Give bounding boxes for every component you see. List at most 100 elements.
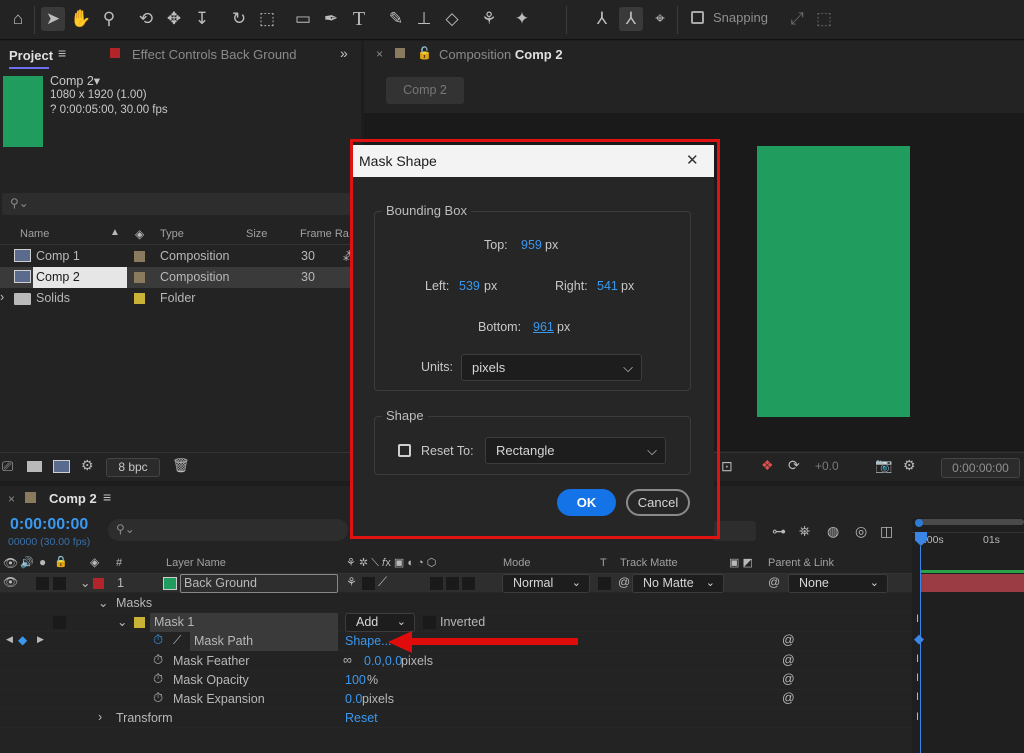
trash-icon[interactable]: 🗑 xyxy=(172,457,190,474)
mask-opacity-value[interactable]: 100 xyxy=(345,673,366,687)
motion-blur-icon[interactable]: ◍ xyxy=(827,523,839,540)
panel-menu-icon[interactable]: ≡ xyxy=(58,45,66,61)
navigator-handle[interactable] xyxy=(915,519,923,527)
new-folder-icon[interactable] xyxy=(27,461,42,472)
chevron-right-icon[interactable]: › xyxy=(98,710,102,724)
close-tab-icon[interactable]: × xyxy=(8,492,15,506)
home-icon[interactable]: ⌂ xyxy=(6,7,30,31)
project-search-input[interactable]: ⚲⌄ xyxy=(2,193,350,215)
graph-editor-icon[interactable]: ◫ xyxy=(880,523,893,540)
interpret-footage-icon[interactable]: ⎚ xyxy=(2,458,13,475)
sort-up-icon[interactable]: ▲ xyxy=(110,227,120,238)
pen-tool-icon[interactable]: ✒ xyxy=(319,7,343,31)
graph-icon[interactable]: ⟋ xyxy=(173,633,181,648)
comp-info-name[interactable]: Comp 2▾ xyxy=(50,73,100,88)
mask-color-swatch[interactable] xyxy=(134,617,145,628)
stopwatch-icon[interactable]: ⏱ xyxy=(153,632,163,648)
label-color-swatch[interactable] xyxy=(134,251,145,262)
visibility-eye-icon[interactable]: 👁 xyxy=(3,575,18,589)
layer-duration-bar[interactable] xyxy=(921,574,1024,592)
tab-composition[interactable]: Composition Comp 2 xyxy=(439,47,563,62)
label-tag-icon[interactable]: ◈ xyxy=(90,555,99,569)
lock-switch-icon[interactable]: 🔒 xyxy=(54,555,68,568)
local-axis-icon[interactable]: ⅄ xyxy=(590,7,614,31)
selection-tool-icon[interactable]: ➤ xyxy=(41,7,65,31)
switch-box[interactable] xyxy=(446,577,459,590)
type-tool-icon[interactable]: T xyxy=(347,7,371,31)
solid-layer-preview[interactable] xyxy=(757,146,910,417)
col-name[interactable]: Name xyxy=(20,228,49,240)
project-row-solids[interactable]: › Solids Folder xyxy=(0,288,361,309)
solo-switch-icon[interactable]: ● xyxy=(39,555,46,569)
mask-path-keyframe-icon[interactable]: ◆ xyxy=(914,631,924,647)
puppet-pin-icon[interactable]: ✦ xyxy=(510,7,534,31)
target-region-icon[interactable]: ⊡ xyxy=(721,458,733,475)
mask-mode-dropdown[interactable]: Add ⌄ xyxy=(345,613,415,632)
panel-overflow-icon[interactable]: » xyxy=(340,45,348,61)
roto-brush-icon[interactable]: ⚘ xyxy=(477,7,501,31)
col-track-matte[interactable]: Track Matte xyxy=(620,557,678,569)
world-axis-icon[interactable]: ⅄ xyxy=(619,7,643,31)
show-snapshot-icon[interactable]: ⚙ xyxy=(903,457,916,474)
close-icon[interactable]: ✕ xyxy=(686,145,699,177)
new-composition-icon[interactable] xyxy=(53,460,70,473)
mode-dropdown[interactable]: Normal ⌄ xyxy=(502,574,590,593)
col-parent-link[interactable]: Parent & Link xyxy=(768,557,834,569)
col-mode[interactable]: Mode xyxy=(503,557,531,569)
rotation-tool-icon[interactable]: ↻ xyxy=(227,7,251,31)
top-value[interactable]: 959 xyxy=(521,238,542,252)
dolly-camera-icon[interactable]: ↧ xyxy=(190,7,214,31)
reset-to-dropdown[interactable]: Rectangle ⌵ xyxy=(485,437,666,464)
mask-feather-value[interactable]: 0.0,0.0 xyxy=(364,654,402,668)
time-graph[interactable]: 0:00s 01s I ◆ I I I I xyxy=(912,518,1024,753)
pan-behind-icon[interactable]: ⬚ xyxy=(255,7,279,31)
chevron-down-icon[interactable]: ⌄ xyxy=(98,595,108,610)
mask-expansion-row[interactable]: ⏱ Mask Expansion 0.0 pixels @ xyxy=(0,690,912,709)
bottom-value[interactable]: 961 xyxy=(533,320,554,334)
units-dropdown[interactable]: pixels ⌵ xyxy=(461,354,642,381)
quality-switch-icon[interactable]: ⟋ xyxy=(378,574,387,590)
stopwatch-icon[interactable]: ⏱ xyxy=(153,671,163,687)
parent-pickwhip-icon[interactable]: @ xyxy=(768,575,780,589)
transform-row[interactable]: › Transform Reset xyxy=(0,709,912,728)
pan-camera-icon[interactable]: ✥ xyxy=(162,7,186,31)
col-layer-name[interactable]: Layer Name xyxy=(166,557,226,569)
stopwatch-icon[interactable]: ⏱ xyxy=(153,690,163,706)
pickwhip-icon[interactable]: @ xyxy=(618,575,630,589)
eraser-tool-icon[interactable]: ◇ xyxy=(440,7,464,31)
layer-switches-icons[interactable]: ⚘ ✲ ⟍ 𝑓x ▣ ◐ ◔ ⬡ xyxy=(346,556,436,570)
mask1-row[interactable]: ⌄ Mask 1 Add ⌄ Inverted xyxy=(0,613,912,632)
right-value[interactable]: 541 xyxy=(597,279,618,293)
label-color-swatch[interactable] xyxy=(134,272,145,283)
tab-effect-controls[interactable]: Effect Controls Back Ground xyxy=(132,47,297,62)
layer-search-input[interactable]: ⚲⌄ xyxy=(108,519,348,541)
snapshot-icon[interactable]: 📷 xyxy=(875,457,892,474)
mask-path-shape-link[interactable]: Shape... xyxy=(345,634,392,648)
lock-box[interactable] xyxy=(53,616,66,629)
snap-features-icon[interactable]: ⬚ xyxy=(812,7,836,31)
snap-edges-icon[interactable]: ⤢ xyxy=(785,7,809,31)
cancel-button[interactable]: Cancel xyxy=(626,489,690,516)
lock-box[interactable] xyxy=(53,577,66,590)
clone-stamp-icon[interactable]: ⊥ xyxy=(412,7,436,31)
prev-keyframe-icon[interactable]: ◀ xyxy=(6,634,13,645)
pickwhip-icon[interactable]: @ xyxy=(782,691,795,705)
solo-box[interactable] xyxy=(36,577,49,590)
chevron-down-icon[interactable]: ⌄ xyxy=(117,614,127,629)
inverted-checkbox[interactable] xyxy=(423,616,436,629)
timeline-timecode[interactable]: 0:00:00:00 xyxy=(10,516,88,534)
hand-tool-icon[interactable]: ✋ xyxy=(69,7,93,31)
close-tab-icon[interactable]: × xyxy=(376,47,383,61)
project-settings-icon[interactable]: ⚙ xyxy=(81,457,94,474)
comp-subtab[interactable]: Comp 2 xyxy=(386,77,464,104)
color-management-icon[interactable]: ⟳ xyxy=(788,457,800,474)
stopwatch-icon[interactable]: ⏱ xyxy=(153,652,163,668)
draft-3d-icon[interactable]: ⛯ xyxy=(799,523,810,540)
label-color-swatch[interactable] xyxy=(134,293,145,304)
tab-project[interactable]: Project xyxy=(9,48,53,63)
project-row-comp1[interactable]: Comp 1 Composition 30 ⁂ xyxy=(0,246,361,267)
next-keyframe-icon[interactable]: ▶ xyxy=(37,634,44,645)
parent-dropdown[interactable]: None ⌄ xyxy=(788,574,888,593)
lock-icon[interactable]: 🔓 xyxy=(417,46,432,60)
link-icon[interactable]: ∞ xyxy=(343,653,352,667)
